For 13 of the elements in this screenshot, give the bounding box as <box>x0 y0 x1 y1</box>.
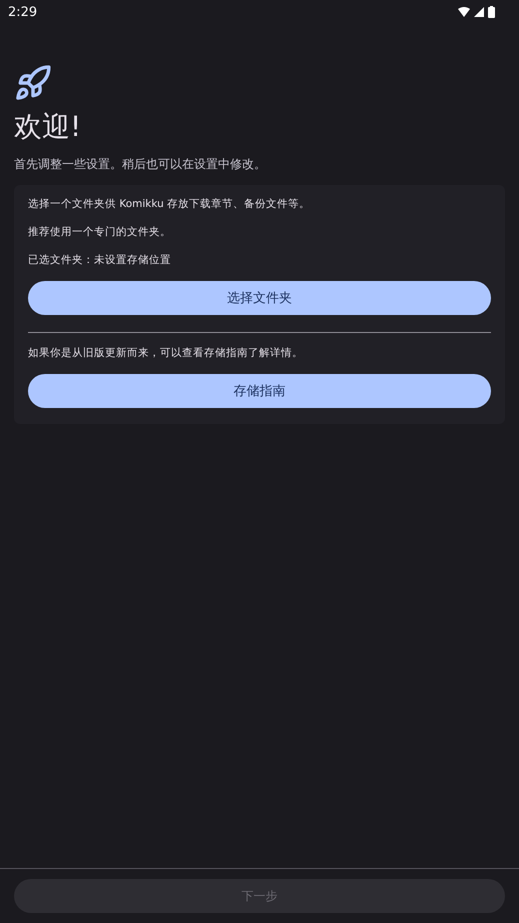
card-text: 选择一个文件夹供 Komikku 存放下载章节、备份文件等。 <box>28 197 312 211</box>
wifi-icon <box>458 7 470 17</box>
status-time: 2:29 <box>8 4 38 20</box>
rocket-icon <box>14 64 52 102</box>
signal-icon <box>474 7 484 17</box>
battery-icon <box>488 6 495 18</box>
welcome-subtitle: 首先调整一些设置。稍后也可以在设置中修改。 <box>14 156 267 173</box>
card-text: 已选文件夹：未设置存储位置 <box>28 253 172 267</box>
select-folder-button[interactable]: 选择文件夹 <box>28 281 491 315</box>
welcome-title: 欢迎! <box>14 109 82 145</box>
storage-guide-button[interactable]: 存储指南 <box>28 374 491 408</box>
card-text: 如果你是从旧版更新而来，可以查看存储指南了解详情。 <box>28 346 304 360</box>
card-text: 推荐使用一个专门的文件夹。 <box>28 225 172 239</box>
